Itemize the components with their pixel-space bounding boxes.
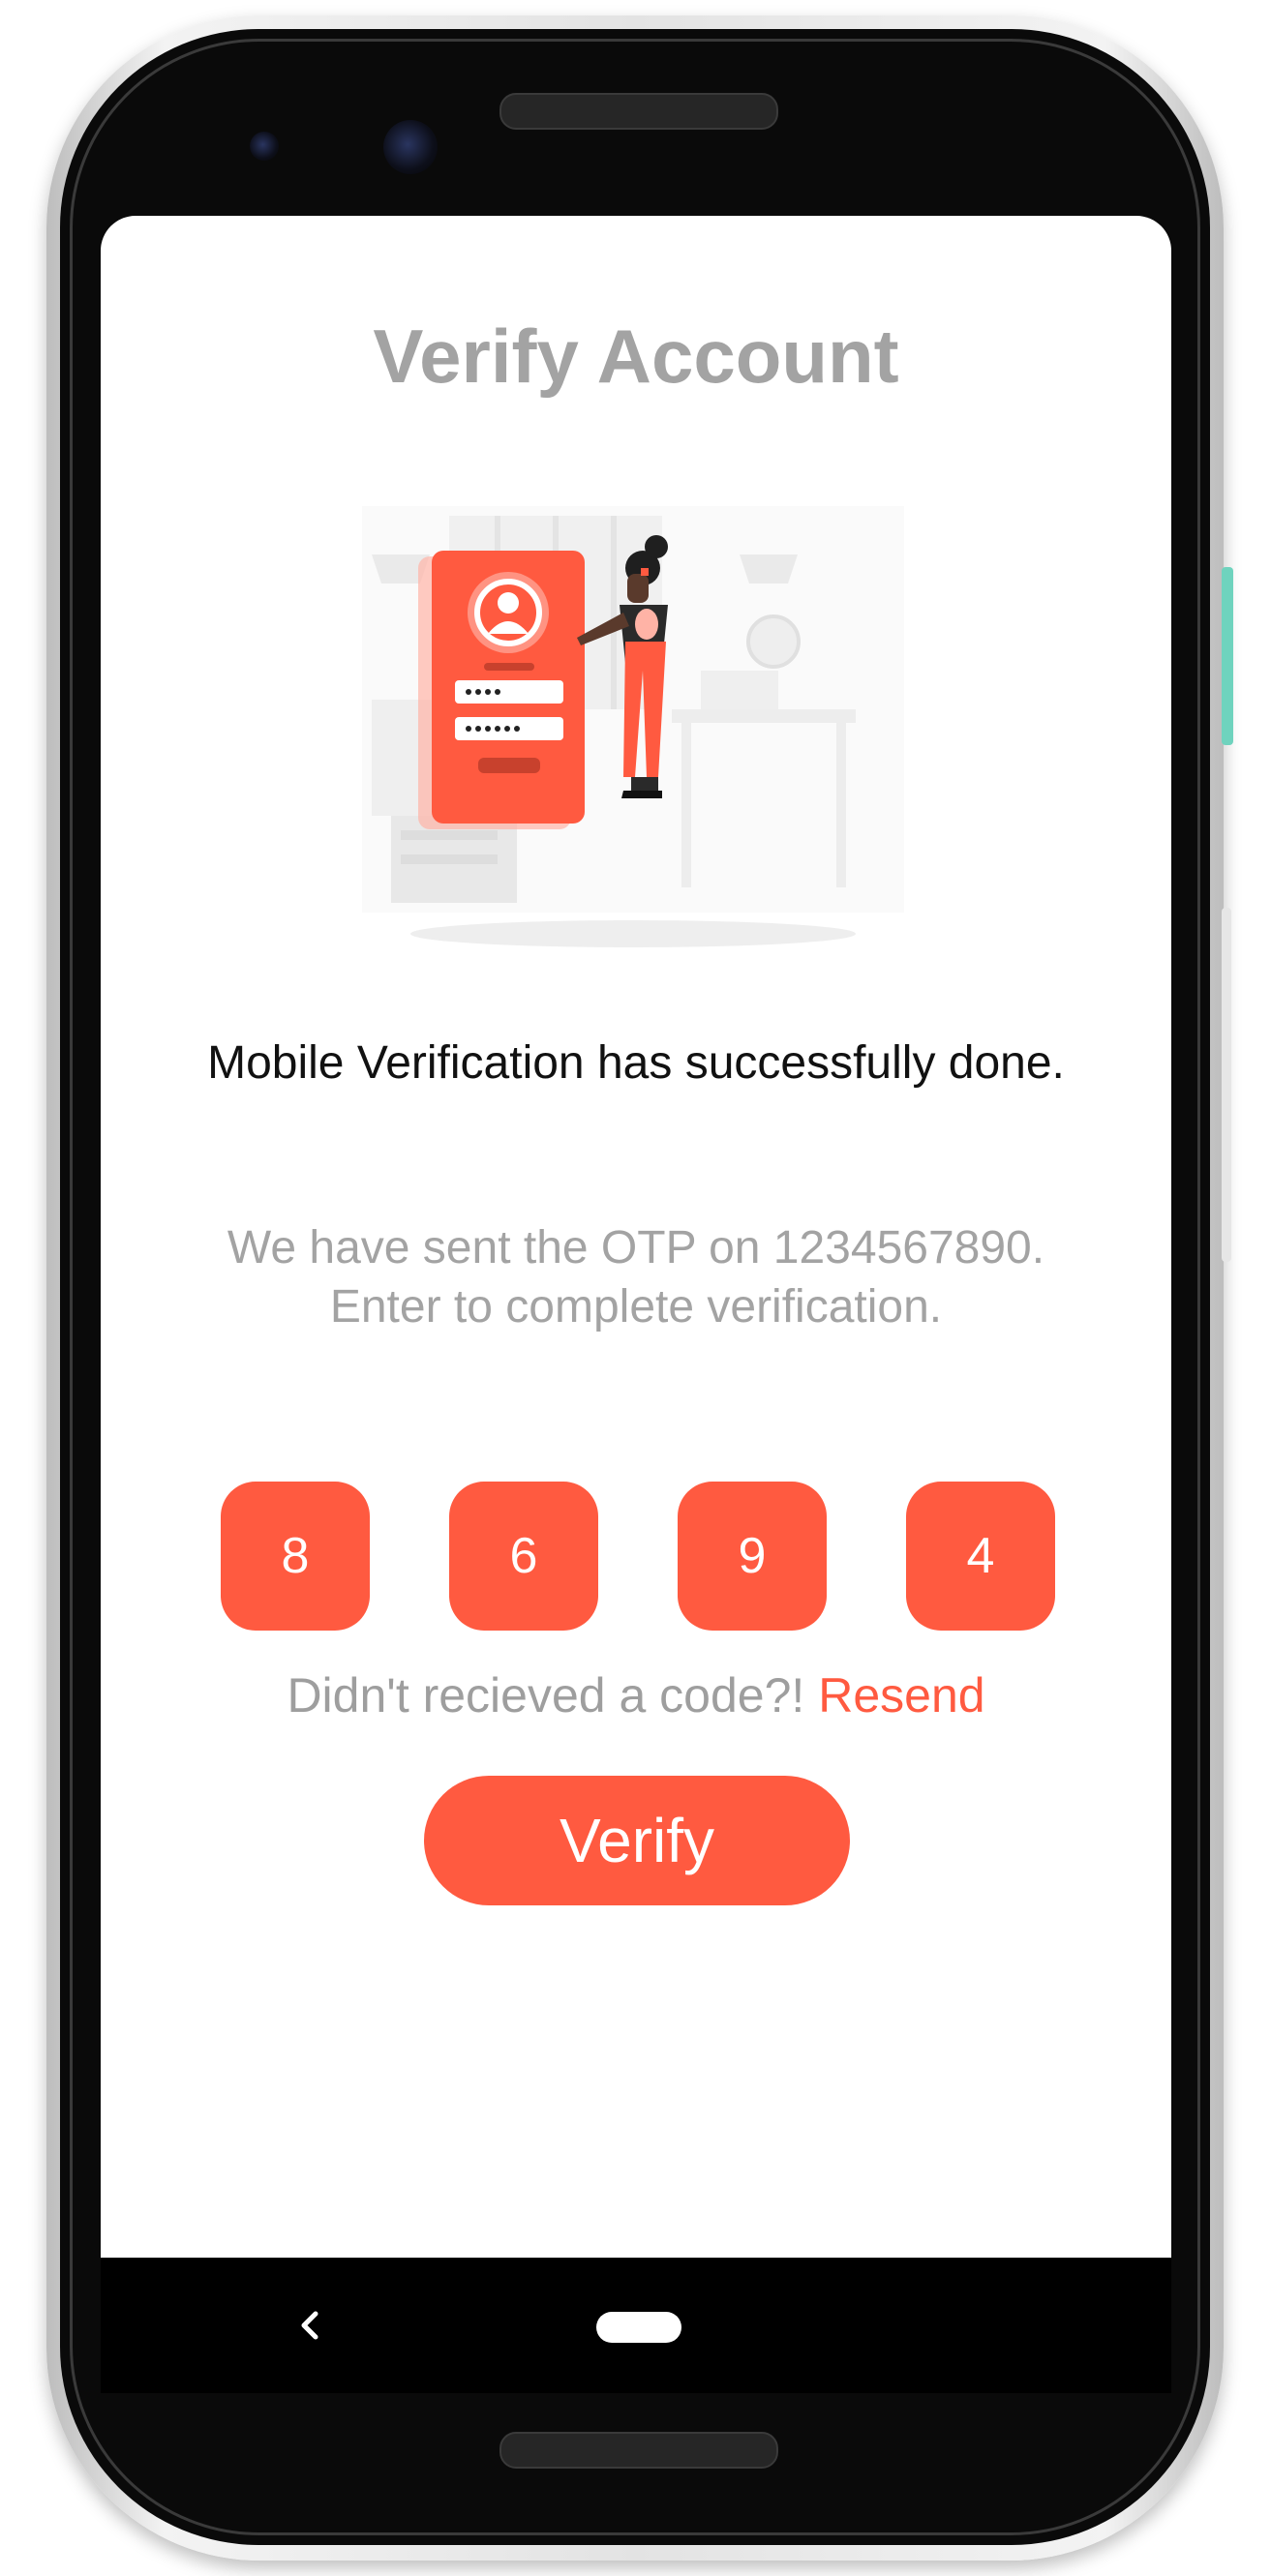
otp-sent-message: We have sent the OTP on 1234567890. Ente… xyxy=(227,1222,1045,1333)
otp-digit-4[interactable]: 4 xyxy=(906,1482,1055,1631)
resend-link[interactable]: Resend xyxy=(818,1668,984,1722)
user-login-illustration xyxy=(362,506,904,947)
success-message: Mobile Verification has successfully don… xyxy=(207,1037,1065,1089)
volume-button xyxy=(1222,908,1231,1262)
front-sensor xyxy=(250,132,279,161)
app-screen: Verify Account Mobile Verification has s… xyxy=(101,216,1171,2258)
otp-digit-1[interactable]: 8 xyxy=(221,1482,370,1631)
power-button xyxy=(1222,567,1233,745)
system-nav-bar xyxy=(101,2258,1171,2393)
bottom-speaker xyxy=(499,2432,778,2469)
resend-question: Didn't recieved a code?! xyxy=(287,1668,805,1722)
front-camera xyxy=(383,120,438,174)
chevron-left-icon[interactable] xyxy=(290,2306,329,2345)
otp-input-row: 8 6 9 4 xyxy=(221,1482,1059,1631)
verify-button[interactable]: Verify xyxy=(424,1776,850,1905)
resend-prompt: Didn't recieved a code?! Resend xyxy=(101,1667,1171,1723)
otp-digit-3[interactable]: 9 xyxy=(678,1482,827,1631)
earpiece-speaker xyxy=(499,93,778,130)
home-pill-icon[interactable] xyxy=(596,2312,681,2343)
page-title: Verify Account xyxy=(373,314,899,399)
otp-digit-2[interactable]: 6 xyxy=(449,1482,598,1631)
